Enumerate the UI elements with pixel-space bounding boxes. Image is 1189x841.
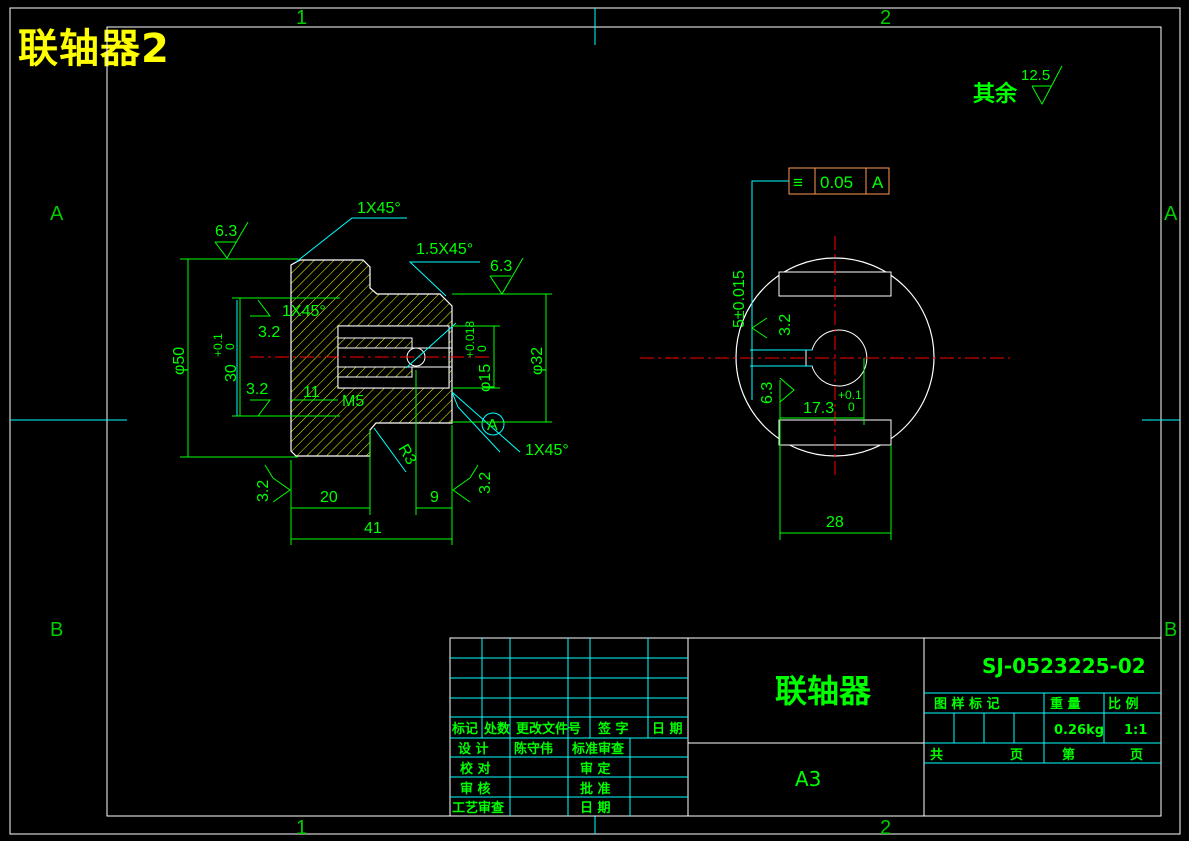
dim-28: 28 [826,514,844,531]
row-process-label: 工艺审查 [452,800,505,816]
row-left-b: B [50,619,63,641]
sheet-total-label: 共 [930,747,943,763]
tolerance-symbol: ≡ [793,173,803,192]
row-design-label: 设 计 [458,741,489,757]
row-right-b: B [1164,619,1177,641]
dim-41: 41 [364,520,382,537]
scale-value: 1:1 [1124,723,1147,738]
dim-17-tol-lower: 0 [848,400,855,414]
dim-dia32: φ32 [529,347,546,375]
dim-dia30-tol-lower: 0 [223,343,237,350]
roughness-note-value: 12.5 [1021,67,1050,84]
keyway-lower [337,366,413,378]
row-design-label2: 标准审查 [571,741,625,757]
col-header-mark: 标记 [451,721,478,737]
drawing-number: SJ-0523225-02 [982,654,1146,678]
dim-m5: M5 [342,393,364,410]
info-header-weight: 重 量 [1050,696,1081,712]
roughness-note: 其余 12.5 [973,65,1063,107]
roughness-end-a: 3.2 [777,314,794,336]
datum-a: A [487,417,498,434]
zone-top-1: 1 [296,7,307,29]
keyway-upper [337,337,413,349]
part-name: 联轴器 [775,672,872,710]
dim-17: 17.3 [803,400,834,417]
drawing-frame [9,7,1181,835]
chamfer-4: 1X45° [525,442,569,459]
dim-dia15: φ15 [477,364,494,392]
weight-value: 0.26kg [1054,723,1104,738]
row-design-value: 陈守伟 [514,741,553,757]
dim-key-width: 5±0.015 [731,270,748,328]
roughness-note-label: 其余 [973,81,1018,107]
sheet-size: A3 [795,767,821,791]
dim-9: 9 [430,489,439,506]
sheet-unit-label: 页 [1010,748,1023,763]
row-process-label2: 日 期 [580,801,611,816]
sheet-num-unit: 页 [1130,748,1143,763]
chamfer-2: 1.5X45° [416,241,473,258]
engineering-drawing: 1 2 1 2 A B A B 其余 12.5 1X45° 1.5X45° 1X… [9,7,1181,839]
dim-dia30: 30 [223,364,240,382]
roughness-5: 3.2 [255,480,272,502]
chamfer-3: 1X45° [282,303,326,320]
roughness-6: 3.2 [477,472,494,494]
col-header-doc: 更改文件号 [516,721,581,737]
end-view: ≡ 0.05 A 5±0.015 3.2 6.3 17.3 28 +0.1 0 [640,167,1010,540]
tolerance-datum: A [872,173,884,192]
row-left-a: A [50,203,64,225]
roughness-4: 3.2 [246,381,268,398]
tolerance-value: 0.05 [820,173,853,192]
dim-dia15-tol-lower: 0 [475,345,489,352]
row-review-label: 审 核 [460,781,491,797]
zone-top-2: 2 [880,7,891,29]
info-header-scale: 比 例 [1108,696,1139,712]
row-check-label: 校 对 [460,761,491,777]
info-header-mark: 图 样 标 记 [934,696,1000,712]
section-view: 1X45° 1.5X45° 1X45° 1X45° 6.3 6.3 3.2 3.… [171,200,569,545]
col-header-sign: 签 字 [597,721,629,737]
dim-20: 20 [320,489,338,506]
row-review-label2: 批 准 [580,781,611,797]
row-right-a: A [1164,203,1178,225]
roughness-end-b: 6.3 [759,382,776,404]
col-header-date: 日 期 [652,722,683,737]
roughness-3: 3.2 [258,324,280,341]
sheet-num-label: 第 [1062,747,1075,763]
chamfer-1: 1X45° [357,200,401,217]
col-header-count: 处数 [483,721,511,737]
row-check-label2: 审 定 [580,761,611,777]
roughness-2: 6.3 [490,258,512,275]
dim-dia50: φ50 [171,347,188,375]
zone-bottom-1: 1 [296,817,307,839]
zone-bottom-2: 2 [880,817,891,839]
dim-11: 11 [303,384,320,401]
zone-labels: 1 2 1 2 A B A B [50,7,1178,839]
roughness-1: 6.3 [215,223,237,240]
